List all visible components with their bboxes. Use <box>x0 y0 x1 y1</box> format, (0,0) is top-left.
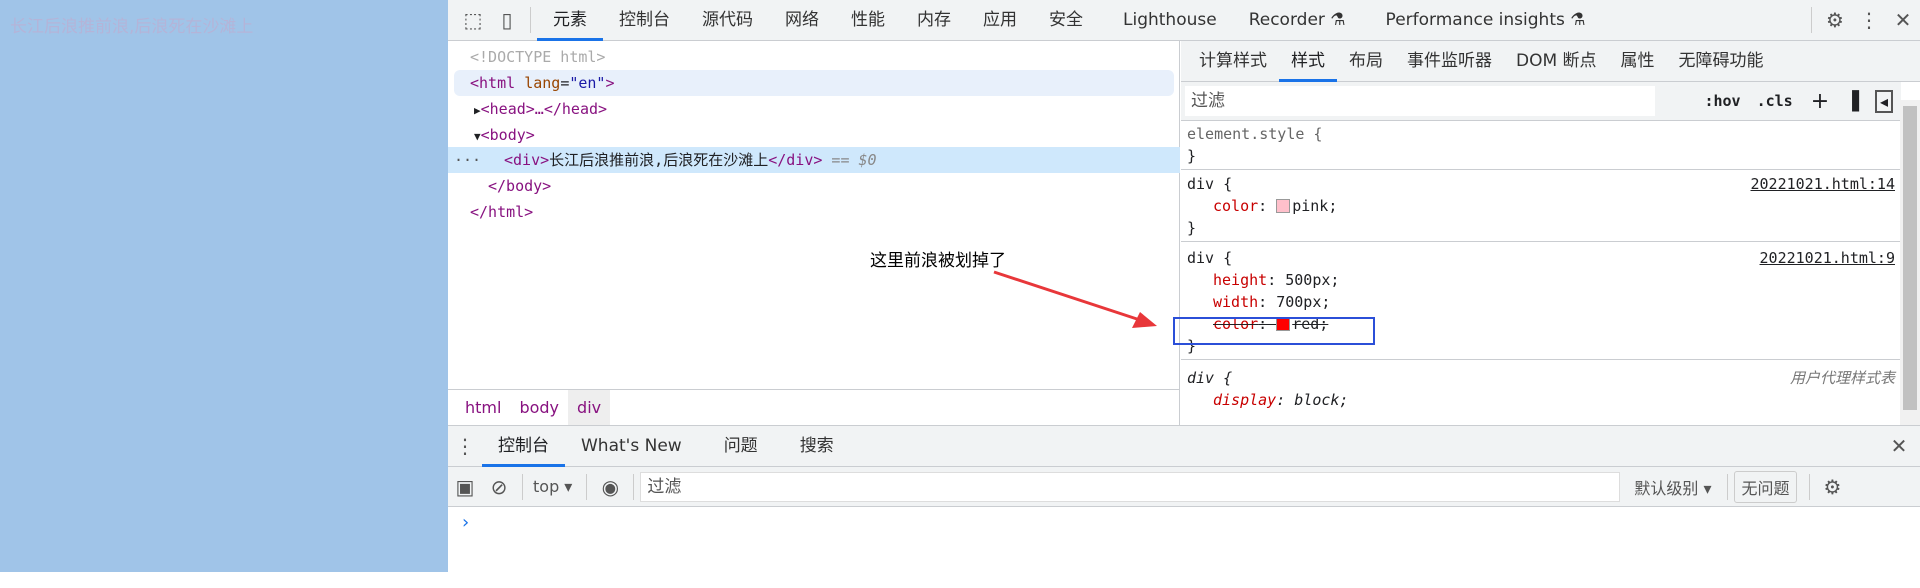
drawer-tab-console[interactable]: 控制台 <box>482 426 565 467</box>
console-settings-gear-icon[interactable]: ⚙ <box>1816 466 1850 507</box>
eye-icon[interactable]: ◉ <box>593 466 627 507</box>
divider <box>522 473 523 500</box>
drawer-tab-whats-new[interactable]: What's New <box>565 426 698 467</box>
drawer-menu-icon[interactable]: ⋮ <box>448 426 482 467</box>
annotation-highlight-box <box>1173 317 1375 345</box>
console-drawer: ⋮ 控制台 What's New 问题 搜索 ✕ ▣ ⊘ top ▾ ◉ 过滤 … <box>448 425 1920 572</box>
context-select[interactable]: top ▾ <box>533 477 572 496</box>
arrow-shaft <box>993 270 1141 322</box>
clear-console-icon[interactable]: ⊘ <box>482 466 516 507</box>
divider <box>586 473 588 500</box>
divider <box>633 473 635 500</box>
console-toolbar: ▣ ⊘ top ▾ ◉ 过滤 默认级别 ▾ 无问题 ⚙ <box>448 467 1920 507</box>
drawer-close-icon[interactable]: ✕ <box>1882 426 1916 467</box>
issues-button[interactable]: 无问题 <box>1734 470 1797 503</box>
console-prompt[interactable]: › <box>460 512 471 533</box>
divider <box>1808 473 1810 500</box>
log-level-value: 默认级别 <box>1634 478 1699 498</box>
context-value: top <box>533 477 560 496</box>
drawer-tab-issues[interactable]: 问题 <box>708 426 774 467</box>
drawer-tab-search[interactable]: 搜索 <box>784 426 850 467</box>
drawer-tabbar: ⋮ 控制台 What's New 问题 搜索 ✕ <box>448 426 1920 467</box>
log-level-select[interactable]: 默认级别 ▾ <box>1634 475 1711 499</box>
divider <box>1727 473 1729 500</box>
console-filter-input[interactable]: 过滤 <box>640 471 1621 502</box>
sidebar-toggle-icon[interactable]: ▣ <box>448 466 482 507</box>
